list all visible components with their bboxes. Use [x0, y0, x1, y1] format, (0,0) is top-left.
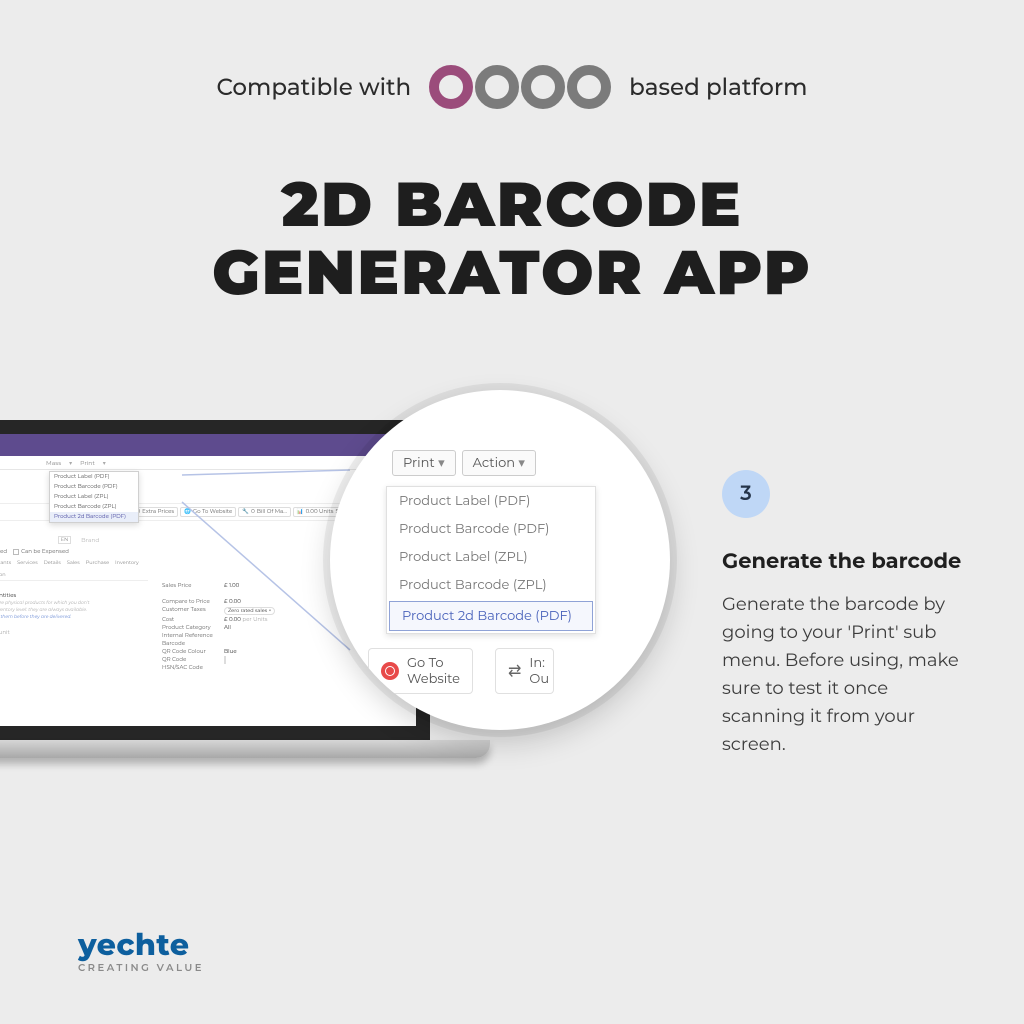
mag-opt-5[interactable]: Product 2d Barcode (PDF) [389, 601, 593, 631]
app-toolbar: Mass ▾ Print ▾ [0, 456, 416, 470]
barcode-preview [224, 656, 226, 664]
odoo-o3-icon [567, 65, 611, 109]
toolbar-mass[interactable]: Mass [46, 459, 61, 467]
category[interactable]: All [224, 625, 231, 631]
tab-attrs[interactable]: Attributes & Variants [0, 560, 11, 566]
brand-placeholder[interactable]: Brand [81, 536, 99, 544]
title-line1: 2D BARCODE [0, 170, 1024, 238]
odoo-logo [429, 65, 611, 109]
mag-print-dropdown[interactable]: Product Label (PDF) Product Barcode (PDF… [386, 486, 596, 634]
tab-services[interactable]: Services [17, 560, 37, 566]
odoo-o2-icon [521, 65, 565, 109]
qr-colour[interactable]: Blue [224, 649, 237, 655]
mag-action-button[interactable]: Action [462, 450, 536, 476]
mini-print-dropdown[interactable]: Product Label (PDF) Product Barcode (PDF… [49, 471, 139, 523]
chk-expensed[interactable]: Can be Expensed [21, 549, 69, 555]
tab-alan[interactable]: Alan Product Configuration [0, 572, 6, 578]
step-badge: 3 [722, 470, 770, 518]
copy-body: Generate the barcode by going to your 'P… [722, 591, 972, 758]
tab-sales[interactable]: Sales [67, 560, 80, 566]
tab-details[interactable]: Details [44, 560, 61, 566]
compat-suffix: based platform [629, 73, 807, 101]
cost[interactable]: £ 0.00 [224, 617, 241, 623]
title-line2: GENERATOR APP [0, 238, 1024, 306]
tab-purchase[interactable]: Purchase [86, 560, 109, 566]
mag-opt-1[interactable]: Product Label (PDF) [387, 487, 595, 515]
page-title: 2D BARCODE GENERATOR APP [0, 170, 1024, 306]
mag-print-button[interactable]: Print [392, 450, 456, 476]
compat-line: Compatible with based platform [0, 65, 1024, 109]
mini-opt-5[interactable]: Product 2d Barcode (PDF) [50, 512, 138, 522]
mag-opt-2[interactable]: Product Barcode (PDF) [387, 515, 595, 543]
copy-panel: 3 Generate the barcode Generate the barc… [722, 470, 972, 759]
globe-icon [381, 662, 399, 680]
footer-tagline: CREATING VALUE [78, 961, 204, 974]
app-navbar: Reporting Configuration My [0, 434, 416, 456]
mini-opt-2[interactable]: Product Barcode (PDF) [50, 482, 138, 492]
customer-taxes[interactable]: Zero rated sales × [224, 607, 275, 615]
invoicing-policy[interactable]: Ordered quantities [0, 593, 16, 599]
toolbar-print[interactable]: Print [80, 459, 95, 467]
transfer-icon: ⇄ [508, 661, 521, 681]
mini-opt-1[interactable]: Product Label (PDF) [50, 472, 138, 482]
mag-goto-website[interactable]: Go ToWebsite [368, 648, 473, 694]
compare-price[interactable]: £ 0.00 [224, 599, 241, 605]
mag-opt-3[interactable]: Product Label (ZPL) [387, 543, 595, 571]
copy-heading: Generate the barcode [722, 548, 972, 575]
tab-inventory[interactable]: Inventory [115, 560, 139, 566]
mag-in-out[interactable]: ⇄ In:Ou [495, 648, 554, 694]
sales-price[interactable]: £ 1.00 [224, 583, 239, 589]
mini-opt-4[interactable]: Product Barcode (ZPL) [50, 502, 138, 512]
footer-brand: yechte [78, 926, 204, 963]
lang-pill[interactable]: EN [58, 536, 71, 544]
compat-prefix: Compatible with [217, 73, 412, 101]
form-tabs: General Information Attributes & Variant… [0, 560, 148, 581]
smart-bom[interactable]: 🔧0 Bill Of Ma… [238, 507, 291, 517]
footer-logo: yechte CREATING VALUE [78, 926, 204, 974]
laptop-base [0, 740, 490, 758]
odoo-o-icon [429, 65, 473, 109]
chk-purchased[interactable]: Can be Purchased [0, 549, 7, 555]
magnifier-callout: Print Action Product Label (PDF) Product… [330, 390, 670, 730]
mag-opt-4[interactable]: Product Barcode (ZPL) [387, 571, 595, 599]
smart-website[interactable]: 🌐 Go To Website [180, 507, 236, 517]
mini-opt-3[interactable]: Product Label (ZPL) [50, 492, 138, 502]
odoo-d-icon [475, 65, 519, 109]
